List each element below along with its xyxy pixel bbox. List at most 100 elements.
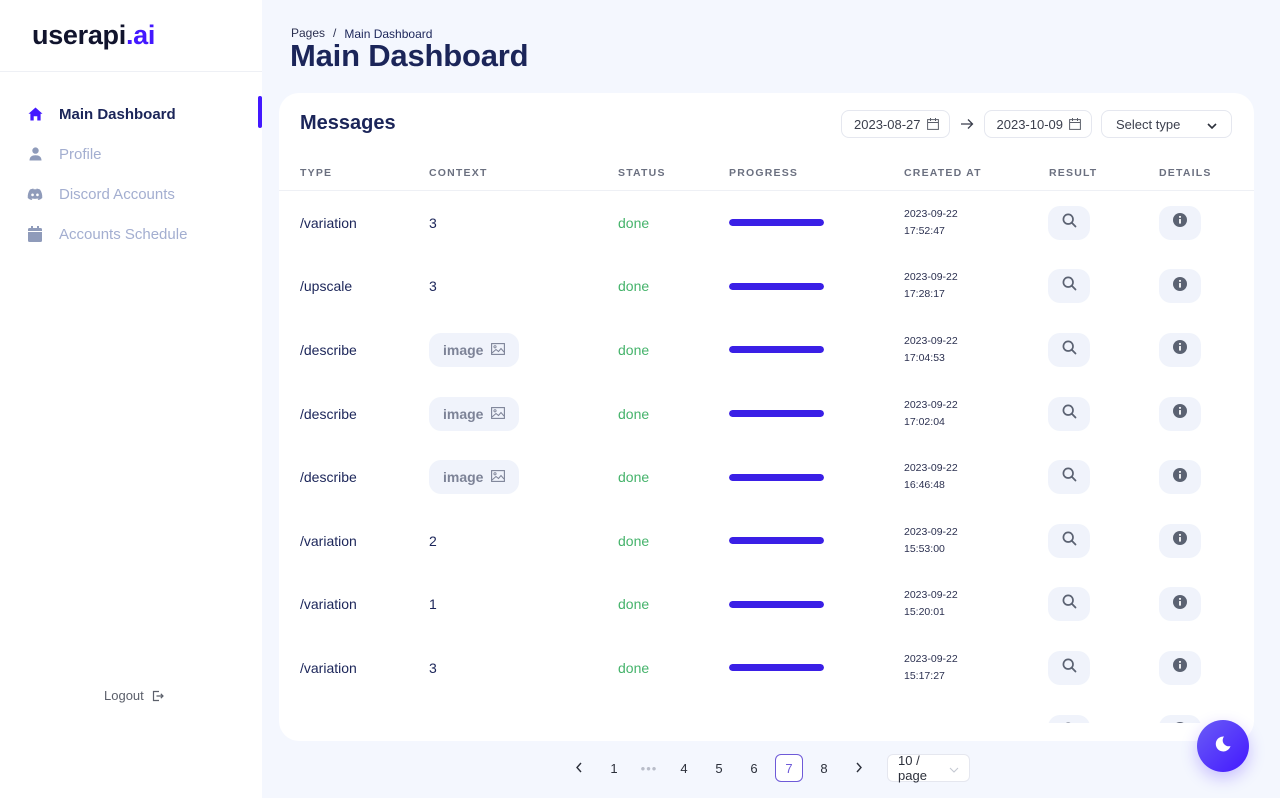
chevron-down-icon (949, 761, 959, 776)
message-type: /variation (300, 214, 357, 231)
column-header-context[interactable]: CONTEXT (429, 167, 488, 179)
home-icon (27, 106, 43, 122)
table-row[interactable]: /variation 1 done 2023-09-22 15:20:01 (279, 573, 1254, 637)
page-title: Main Dashboard (290, 38, 529, 73)
status-badge: done (618, 405, 650, 422)
sidebar-item-label: Discord Accounts (59, 185, 175, 203)
table-row[interactable]: /describe image done 2023-09-22 17:02:04 (279, 382, 1254, 446)
column-header-type[interactable]: TYPE (300, 167, 332, 179)
pagination-page-6[interactable]: 6 (740, 754, 768, 782)
info-icon (1173, 404, 1187, 423)
details-info-button[interactable] (1159, 587, 1201, 622)
pagination-page-1[interactable]: 1 (600, 754, 628, 782)
table-body[interactable]: /variation 3 done 2023-09-22 17:52:47/upscal… (279, 191, 1254, 723)
result-search-button[interactable] (1048, 396, 1090, 431)
info-icon (1173, 531, 1187, 550)
context-label: image (443, 469, 484, 486)
pagination-page-8[interactable]: 8 (810, 754, 838, 782)
pagination-page-4[interactable]: 4 (670, 754, 698, 782)
details-info-button[interactable] (1159, 396, 1201, 431)
messages-table: TYPE CONTEXT STATUS PROGRESS CREATED AT … (279, 156, 1254, 723)
status-badge: done (618, 596, 650, 613)
arrow-right-icon (960, 117, 974, 131)
result-search-button[interactable] (1048, 714, 1090, 723)
result-search-button[interactable] (1048, 650, 1090, 685)
page-size-select[interactable]: 10 / page (887, 753, 970, 783)
calendar-icon (27, 226, 43, 242)
context-image-chip[interactable]: image (429, 460, 520, 495)
result-search-button[interactable] (1048, 332, 1090, 367)
date-from-input[interactable]: 2023-08-27 (841, 110, 950, 138)
created-time: 17:02:04 (904, 415, 945, 428)
message-type: /upscale (300, 278, 353, 295)
table-row[interactable]: /variation 3 done 2023-09-22 15:17:27 (279, 636, 1254, 700)
sidebar-item-profile[interactable]: Profile (0, 134, 262, 174)
details-info-button[interactable] (1159, 269, 1201, 304)
sidebar-item-label: Accounts Schedule (59, 225, 188, 243)
column-header-created-at[interactable]: CREATED AT (904, 167, 982, 179)
sidebar-item-accounts-schedule[interactable]: Accounts Schedule (0, 214, 262, 254)
result-search-button[interactable] (1048, 205, 1090, 240)
type-select-placeholder: Select type (1116, 116, 1181, 132)
status-badge: done (618, 659, 650, 676)
context-image-chip[interactable]: image (429, 332, 520, 367)
context-image-chip[interactable]: image (429, 396, 520, 431)
progress-bar-fill (729, 664, 824, 672)
sidebar-item-label: Profile (59, 145, 102, 163)
search-icon (1062, 658, 1077, 678)
table-row[interactable]: /variation 2 done 2023-09-22 15:53:00 (279, 509, 1254, 573)
chevron-left-icon (575, 761, 583, 776)
message-type: /variation (300, 596, 357, 613)
pagination-next-button[interactable] (845, 754, 873, 782)
pagination-prev-button[interactable] (565, 754, 593, 782)
progress-bar (729, 219, 824, 227)
logout-label: Logout (104, 688, 144, 703)
search-icon (1062, 340, 1077, 360)
search-icon (1062, 276, 1077, 296)
details-info-button[interactable] (1159, 460, 1201, 495)
search-icon (1062, 531, 1077, 551)
pagination-page-5[interactable]: 5 (705, 754, 733, 782)
info-icon (1173, 340, 1187, 359)
image-icon (483, 342, 506, 358)
table-row[interactable]: /variation 3 done 2023-09-22 17:52:47 (279, 191, 1254, 255)
result-search-button[interactable] (1048, 460, 1090, 495)
column-header-progress[interactable]: PROGRESS (729, 167, 798, 179)
pagination-page-7[interactable]: 7 (775, 754, 803, 782)
type-select[interactable]: Select type (1101, 110, 1232, 138)
sidebar-item-label: Main Dashboard (59, 105, 176, 123)
theme-toggle-button[interactable] (1197, 720, 1249, 772)
details-info-button[interactable] (1159, 523, 1201, 558)
result-search-button[interactable] (1048, 587, 1090, 622)
column-header-status[interactable]: STATUS (618, 167, 666, 179)
brand-logo[interactable]: userapi.ai (0, 0, 262, 72)
sidebar-item-main-dashboard[interactable]: Main Dashboard (0, 94, 262, 134)
context-value: 3 (429, 659, 437, 676)
result-search-button[interactable] (1048, 523, 1090, 558)
chevron-down-icon (1207, 117, 1217, 132)
created-date: 2023-09-22 (904, 334, 958, 347)
search-icon (1062, 404, 1077, 424)
table-row[interactable]: /describe image done 2023-09-22 16:46:48 (279, 445, 1254, 509)
logout-icon (152, 690, 164, 702)
date-to-input[interactable]: 2023-10-09 (983, 110, 1092, 138)
progress-bar (729, 537, 824, 545)
pagination-jump-ellipsis[interactable]: ••• (635, 754, 663, 782)
info-icon (1173, 213, 1187, 232)
progress-bar (729, 410, 824, 418)
details-info-button[interactable] (1159, 714, 1201, 723)
info-icon (1173, 658, 1187, 677)
logout-button[interactable]: Logout (104, 688, 164, 703)
sidebar-item-discord-accounts[interactable]: Discord Accounts (0, 174, 262, 214)
details-info-button[interactable] (1159, 205, 1201, 240)
column-header-details[interactable]: DETAILS (1159, 167, 1212, 179)
calendar-icon (1069, 118, 1081, 130)
table-row[interactable]: 2023-09-22 (279, 700, 1254, 723)
details-info-button[interactable] (1159, 332, 1201, 367)
result-search-button[interactable] (1048, 269, 1090, 304)
table-row[interactable]: /describe image done 2023-09-22 17:04:53 (279, 318, 1254, 382)
table-row[interactable]: /upscale 3 done 2023-09-22 17:28:17 (279, 255, 1254, 319)
details-info-button[interactable] (1159, 650, 1201, 685)
column-header-result[interactable]: RESULT (1049, 167, 1097, 179)
created-time: 15:17:27 (904, 669, 945, 682)
